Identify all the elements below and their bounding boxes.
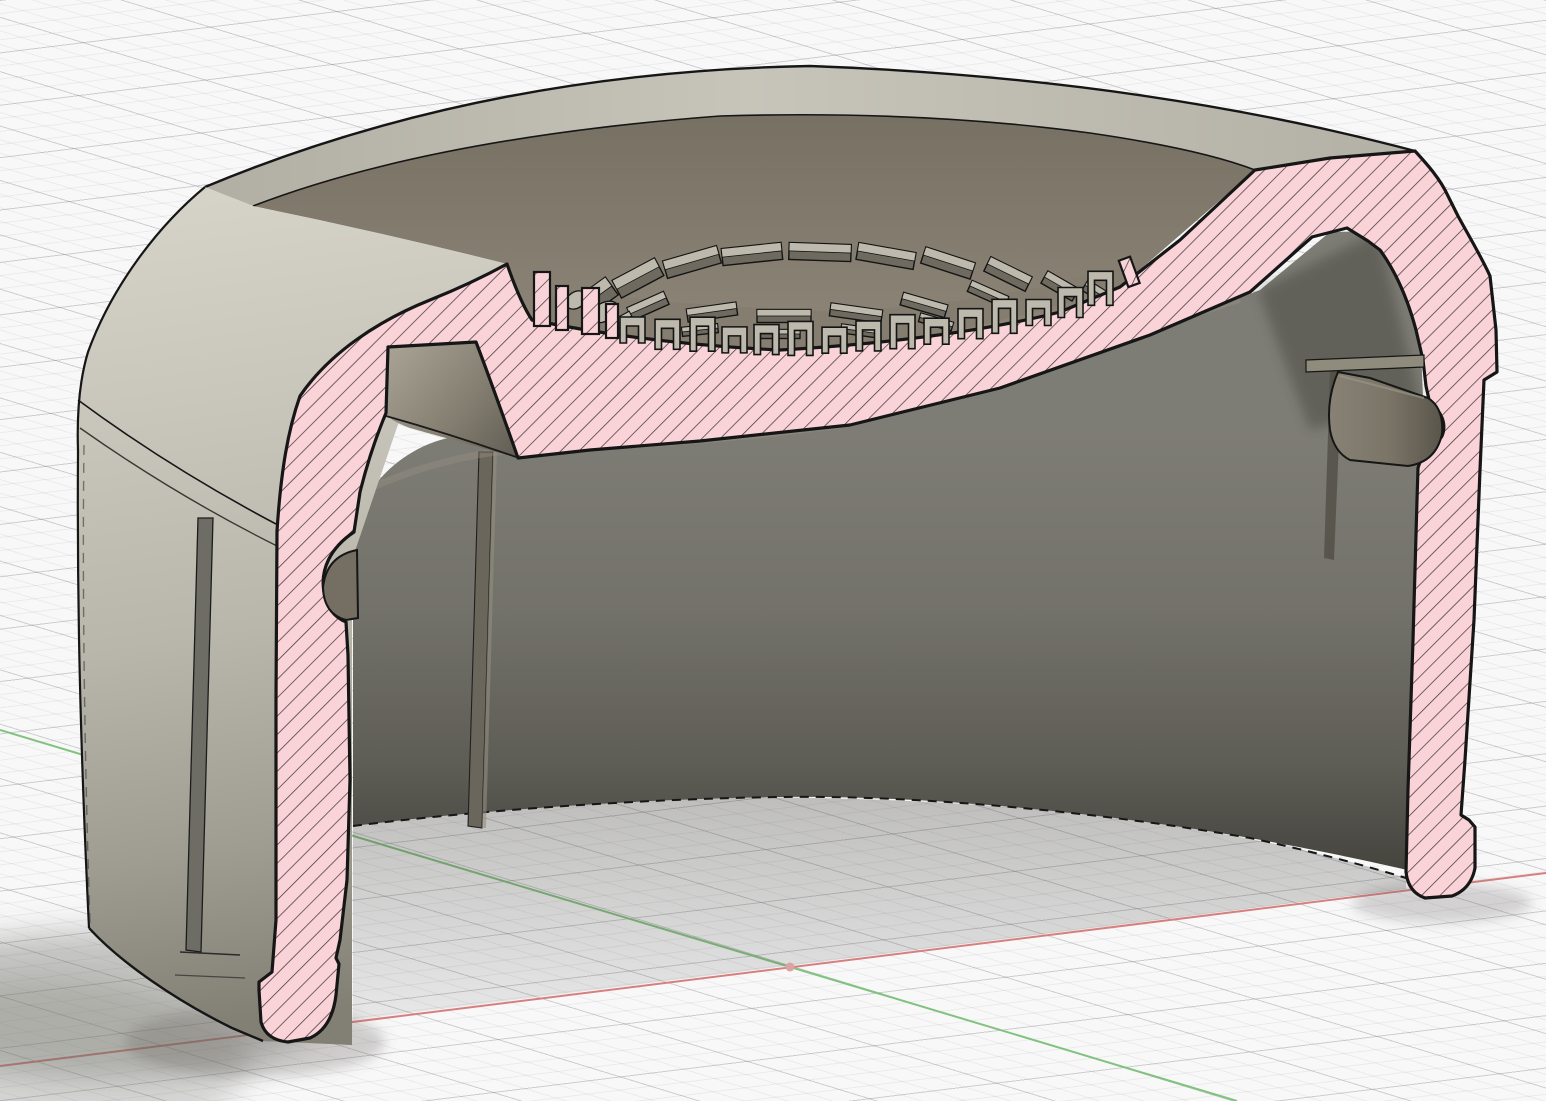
- section-analysis-scene: [0, 0, 1546, 1101]
- logo-letter-slab[interactable]: [789, 242, 852, 261]
- cut-letter-tooth: [534, 272, 550, 326]
- origin-marker: [786, 963, 795, 972]
- cut-letter-tooth: [556, 286, 568, 330]
- cut-letter-tooth: [606, 304, 618, 338]
- cut-letter-tooth: [582, 288, 599, 334]
- logo-letter-slab[interactable]: [757, 310, 811, 323]
- cad-viewport[interactable]: [0, 0, 1546, 1101]
